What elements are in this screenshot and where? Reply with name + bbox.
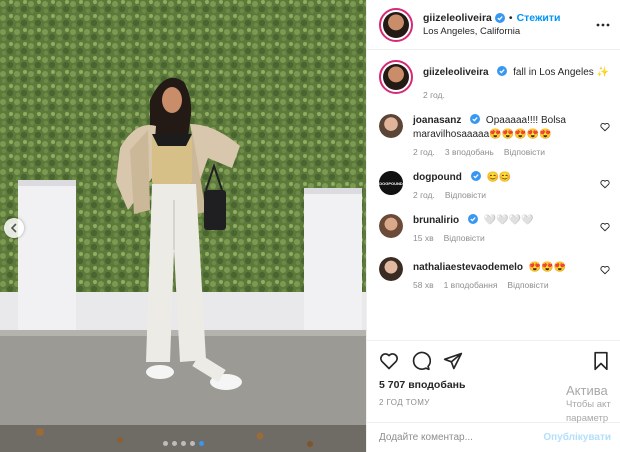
commenter-avatar[interactable] (379, 114, 403, 138)
comment-item: nathaliaestevaodemelo 😍😍😍 58 хв 1 вподоб… (379, 257, 610, 290)
commenter-avatar[interactable] (379, 214, 403, 238)
carousel-dot (162, 441, 168, 446)
follow-button[interactable]: Стежити (517, 12, 561, 24)
verified-badge-icon (494, 13, 505, 23)
author-avatar[interactable] (379, 7, 413, 42)
like-button[interactable] (379, 351, 399, 371)
comment-like-icon[interactable] (600, 122, 610, 132)
comment-time[interactable]: 2 год. (413, 190, 435, 200)
comment-like-icon[interactable] (600, 179, 610, 189)
verified-badge-icon (470, 171, 481, 181)
comment-input[interactable] (379, 432, 544, 443)
comment-username[interactable]: nathaliaestevaodemelo (413, 262, 523, 273)
caption-time[interactable]: 2 год. (423, 90, 445, 100)
caption-text: fall in Los Angeles ✨ (513, 67, 609, 78)
author-avatar[interactable] (379, 60, 413, 94)
reply-button[interactable]: Відповісти (445, 190, 486, 200)
add-comment-bar: Опублікувати (367, 422, 620, 452)
comment-item: DOGPOUND dogpound 😊😊 2 год. Відповісти (379, 171, 610, 200)
comment-icon (412, 351, 431, 371)
verified-badge-icon (467, 214, 478, 224)
comment-username[interactable]: joanasanz (413, 115, 461, 126)
comment-button[interactable] (411, 351, 431, 371)
post-photo[interactable] (0, 0, 366, 452)
comment-text: 😊😊 (486, 172, 512, 183)
comment-like-icon[interactable] (600, 222, 610, 232)
reply-button[interactable]: Відповісти (444, 233, 485, 243)
post-header: giizeleoliveira • Стежити Los Angeles, C… (367, 0, 620, 50)
save-button[interactable] (591, 351, 611, 371)
comment-username[interactable]: brunalirio (413, 215, 459, 226)
post-actions: 5 707 вподобань 2 ГОД ТОМУ (367, 340, 620, 407)
publish-button[interactable]: Опублікувати (543, 432, 611, 443)
comment-time[interactable]: 58 хв (413, 280, 434, 290)
comment-time[interactable]: 15 хв (413, 233, 434, 243)
heart-icon (380, 353, 398, 370)
post-image (0, 0, 366, 452)
more-options-button[interactable] (596, 18, 610, 32)
carousel-dot (171, 441, 177, 446)
post-side-panel: giizeleoliveira • Стежити Los Angeles, C… (366, 0, 620, 452)
comment-time[interactable]: 2 год. (413, 147, 435, 157)
more-options-icon (596, 23, 610, 26)
comment-text: 🤍🤍🤍🤍 (483, 215, 534, 226)
comment-likes[interactable]: 3 вподобань (445, 147, 494, 157)
share-button[interactable] (443, 351, 463, 371)
commenter-avatar[interactable] (379, 257, 403, 281)
post-time[interactable]: 2 ГОД ТОМУ (379, 398, 611, 407)
reply-button[interactable]: Відповісти (507, 280, 548, 290)
separator-dot: • (508, 12, 513, 24)
comment-item: joanasanz Opaaaaa!!!! Bolsa maravilhosaa… (379, 114, 610, 157)
post-location[interactable]: Los Angeles, California (423, 26, 596, 37)
verified-badge-icon (470, 114, 481, 124)
commenter-avatar[interactable]: DOGPOUND (379, 171, 403, 195)
author-username[interactable]: giizeleoliveira (423, 12, 492, 24)
carousel-prev-button[interactable] (4, 218, 24, 238)
comment-username[interactable]: dogpound (413, 172, 462, 183)
chevron-left-icon (10, 223, 17, 233)
comment-like-icon[interactable] (600, 265, 610, 275)
carousel-indicator (0, 441, 366, 446)
bookmark-icon (594, 351, 608, 371)
comment-text: 😍😍😍 (528, 262, 567, 273)
verified-badge-icon (497, 66, 508, 76)
caption: giizeleoliveira fall in Los Angeles ✨ 2 … (379, 60, 610, 100)
comment-likes[interactable]: 1 вподобання (444, 280, 498, 290)
reply-button[interactable]: Відповісти (504, 147, 545, 157)
share-icon (443, 352, 463, 370)
carousel-dot-active (198, 441, 204, 446)
likes-count[interactable]: 5 707 вподобань (379, 379, 611, 391)
caption-username[interactable]: giizeleoliveira (423, 67, 489, 78)
comment-item: brunalirio 🤍🤍🤍🤍 15 хв Відповісти (379, 214, 610, 243)
comments-list[interactable]: giizeleoliveira fall in Los Angeles ✨ 2 … (367, 50, 620, 334)
carousel-dot (180, 441, 186, 446)
carousel-dot (189, 441, 195, 446)
